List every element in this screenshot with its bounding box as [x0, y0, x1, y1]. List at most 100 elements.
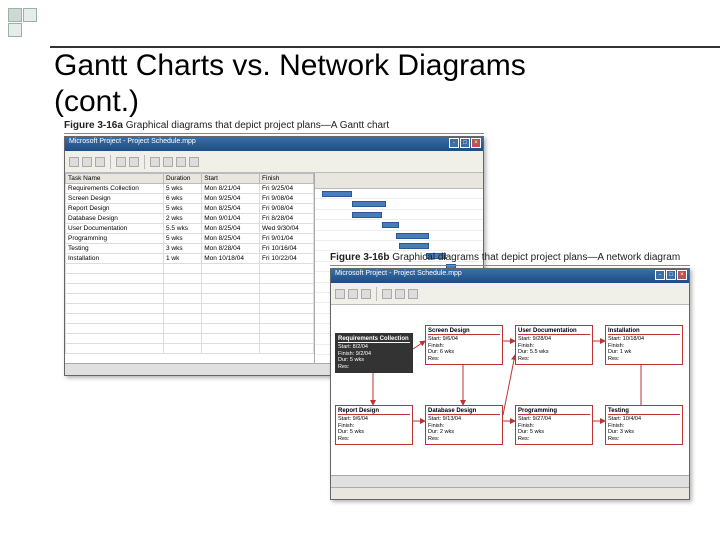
table-cell: Fri 10/22/04 [260, 254, 314, 264]
minimize-icon[interactable]: - [655, 270, 665, 280]
gantt-timescale [315, 173, 483, 189]
table-row[interactable]: Programming5 wksMon 8/25/04Fri 9/01/04 [66, 234, 314, 244]
table-cell: Screen Design [66, 194, 164, 204]
gantt-bar[interactable] [352, 201, 386, 207]
horizontal-scrollbar[interactable] [331, 475, 689, 487]
node-field: Res: [428, 436, 500, 443]
gantt-bar[interactable] [322, 191, 352, 197]
node-title: Testing [608, 408, 680, 415]
gantt-bar-row [315, 210, 483, 220]
table-cell: Fri 9/25/04 [260, 184, 314, 194]
node-field: Finish: [518, 343, 590, 350]
table-cell: Fri 8/28/04 [260, 214, 314, 224]
gantt-bar-row [315, 189, 483, 199]
gantt-bar[interactable] [352, 212, 382, 218]
slide-title: Gantt Charts vs. Network Diagrams (cont.… [54, 48, 526, 120]
gantt-bar[interactable] [396, 233, 430, 239]
toolbar-icon[interactable] [335, 289, 345, 299]
network-node[interactable]: Requirements CollectionStart: 8/2/04Fini… [335, 333, 413, 373]
toolbar-icon[interactable] [176, 157, 186, 167]
table-cell: Mon 8/28/04 [202, 244, 260, 254]
close-icon[interactable]: × [677, 270, 687, 280]
toolbar-icon[interactable] [348, 289, 358, 299]
toolbar-icon[interactable] [395, 289, 405, 299]
node-field: Dur: 5 wks [338, 357, 410, 364]
table-cell: Mon 10/18/04 [202, 254, 260, 264]
network-app-title: Microsoft Project - Project Schedule.mpp [335, 270, 462, 277]
table-cell: Wed 9/30/04 [260, 224, 314, 234]
table-cell: Fri 9/08/04 [260, 204, 314, 214]
status-bar [331, 487, 689, 499]
toolbar-icon[interactable] [382, 289, 392, 299]
node-field: Start: 10/18/04 [608, 336, 680, 343]
table-row[interactable]: User Documentation5.5 wksMon 8/25/04Wed … [66, 224, 314, 234]
table-row [66, 344, 314, 354]
toolbar-icon[interactable] [163, 157, 173, 167]
table-row [66, 274, 314, 284]
node-field: Finish: [608, 423, 680, 430]
table-cell: Mon 8/25/04 [202, 224, 260, 234]
node-field: Start: 10/4/04 [608, 416, 680, 423]
table-row[interactable]: Installation1 wkMon 10/18/04Fri 10/22/04 [66, 254, 314, 264]
table-row[interactable]: Testing3 wksMon 8/28/04Fri 10/16/04 [66, 244, 314, 254]
node-field: Dur: 3 wks [608, 429, 680, 436]
toolbar-icon[interactable] [150, 157, 160, 167]
toolbar-icon[interactable] [116, 157, 126, 167]
network-node[interactable]: User DocumentationStart: 9/28/04Finish:D… [515, 325, 593, 365]
close-icon[interactable]: × [471, 138, 481, 148]
table-cell: Database Design [66, 214, 164, 224]
gantt-titlebar[interactable]: Microsoft Project - Project Schedule.mpp… [65, 137, 483, 151]
node-title: Report Design [338, 408, 410, 415]
toolbar-icon[interactable] [189, 157, 199, 167]
node-title: Programming [518, 408, 590, 415]
title-line-1: Gantt Charts vs. Network Diagrams [54, 48, 526, 84]
toolbar-icon[interactable] [129, 157, 139, 167]
gantt-task-table[interactable]: Task NameDurationStartFinish Requirement… [65, 173, 315, 363]
toolbar-icon[interactable] [82, 157, 92, 167]
toolbar-icon[interactable] [408, 289, 418, 299]
figure-b-text: Graphical diagrams that depict project p… [392, 252, 680, 263]
column-header[interactable]: Duration [163, 174, 201, 184]
network-node[interactable]: Report DesignStart: 9/6/04Finish:Dur: 5 … [335, 405, 413, 445]
table-row [66, 284, 314, 294]
column-header[interactable]: Start [202, 174, 260, 184]
node-title: Installation [608, 328, 680, 335]
table-row [66, 294, 314, 304]
network-titlebar[interactable]: Microsoft Project - Project Schedule.mpp… [331, 269, 689, 283]
column-header[interactable]: Finish [260, 174, 314, 184]
table-row [66, 264, 314, 274]
network-node[interactable]: TestingStart: 10/4/04Finish:Dur: 3 wksRe… [605, 405, 683, 445]
network-node[interactable]: Screen DesignStart: 9/6/04Finish:Dur: 6 … [425, 325, 503, 365]
title-line-2: (cont.) [54, 84, 526, 120]
table-row[interactable]: Report Design5 wksMon 8/25/04Fri 9/08/04 [66, 204, 314, 214]
minimize-icon[interactable]: - [449, 138, 459, 148]
network-node[interactable]: InstallationStart: 10/18/04Finish:Dur: 1… [605, 325, 683, 365]
node-title: Database Design [428, 408, 500, 415]
maximize-icon[interactable]: □ [666, 270, 676, 280]
maximize-icon[interactable]: □ [460, 138, 470, 148]
corner-decoration [8, 8, 44, 44]
table-row[interactable]: Database Design2 wksMon 9/01/04Fri 8/28/… [66, 214, 314, 224]
node-field: Dur: 2 wks [428, 429, 500, 436]
table-row [66, 324, 314, 334]
toolbar-icon[interactable] [69, 157, 79, 167]
figure-a-label: Figure 3-16a [64, 120, 123, 131]
table-row[interactable]: Screen Design6 wksMon 9/25/04Fri 9/08/04 [66, 194, 314, 204]
gantt-bar[interactable] [382, 222, 399, 228]
column-header[interactable]: Task Name [66, 174, 164, 184]
gantt-bar-row [315, 199, 483, 209]
table-row [66, 314, 314, 324]
network-node[interactable]: Database DesignStart: 9/13/04Finish:Dur:… [425, 405, 503, 445]
network-canvas[interactable]: Requirements CollectionStart: 8/2/04Fini… [331, 305, 689, 475]
toolbar-icon[interactable] [95, 157, 105, 167]
table-row[interactable]: Requirements Collection5 wksMon 8/21/04F… [66, 184, 314, 194]
figure-b-caption: Figure 3-16b Graphical diagrams that dep… [330, 252, 690, 266]
gantt-bar[interactable] [399, 243, 429, 249]
node-field: Start: 9/28/04 [518, 336, 590, 343]
figure-a-caption: Figure 3-16a Graphical diagrams that dep… [64, 120, 484, 134]
table-cell: Requirements Collection [66, 184, 164, 194]
toolbar-icon[interactable] [361, 289, 371, 299]
node-title: Requirements Collection [338, 336, 410, 343]
network-node[interactable]: ProgrammingStart: 9/27/04Finish:Dur: 5 w… [515, 405, 593, 445]
node-field: Finish: [338, 423, 410, 430]
